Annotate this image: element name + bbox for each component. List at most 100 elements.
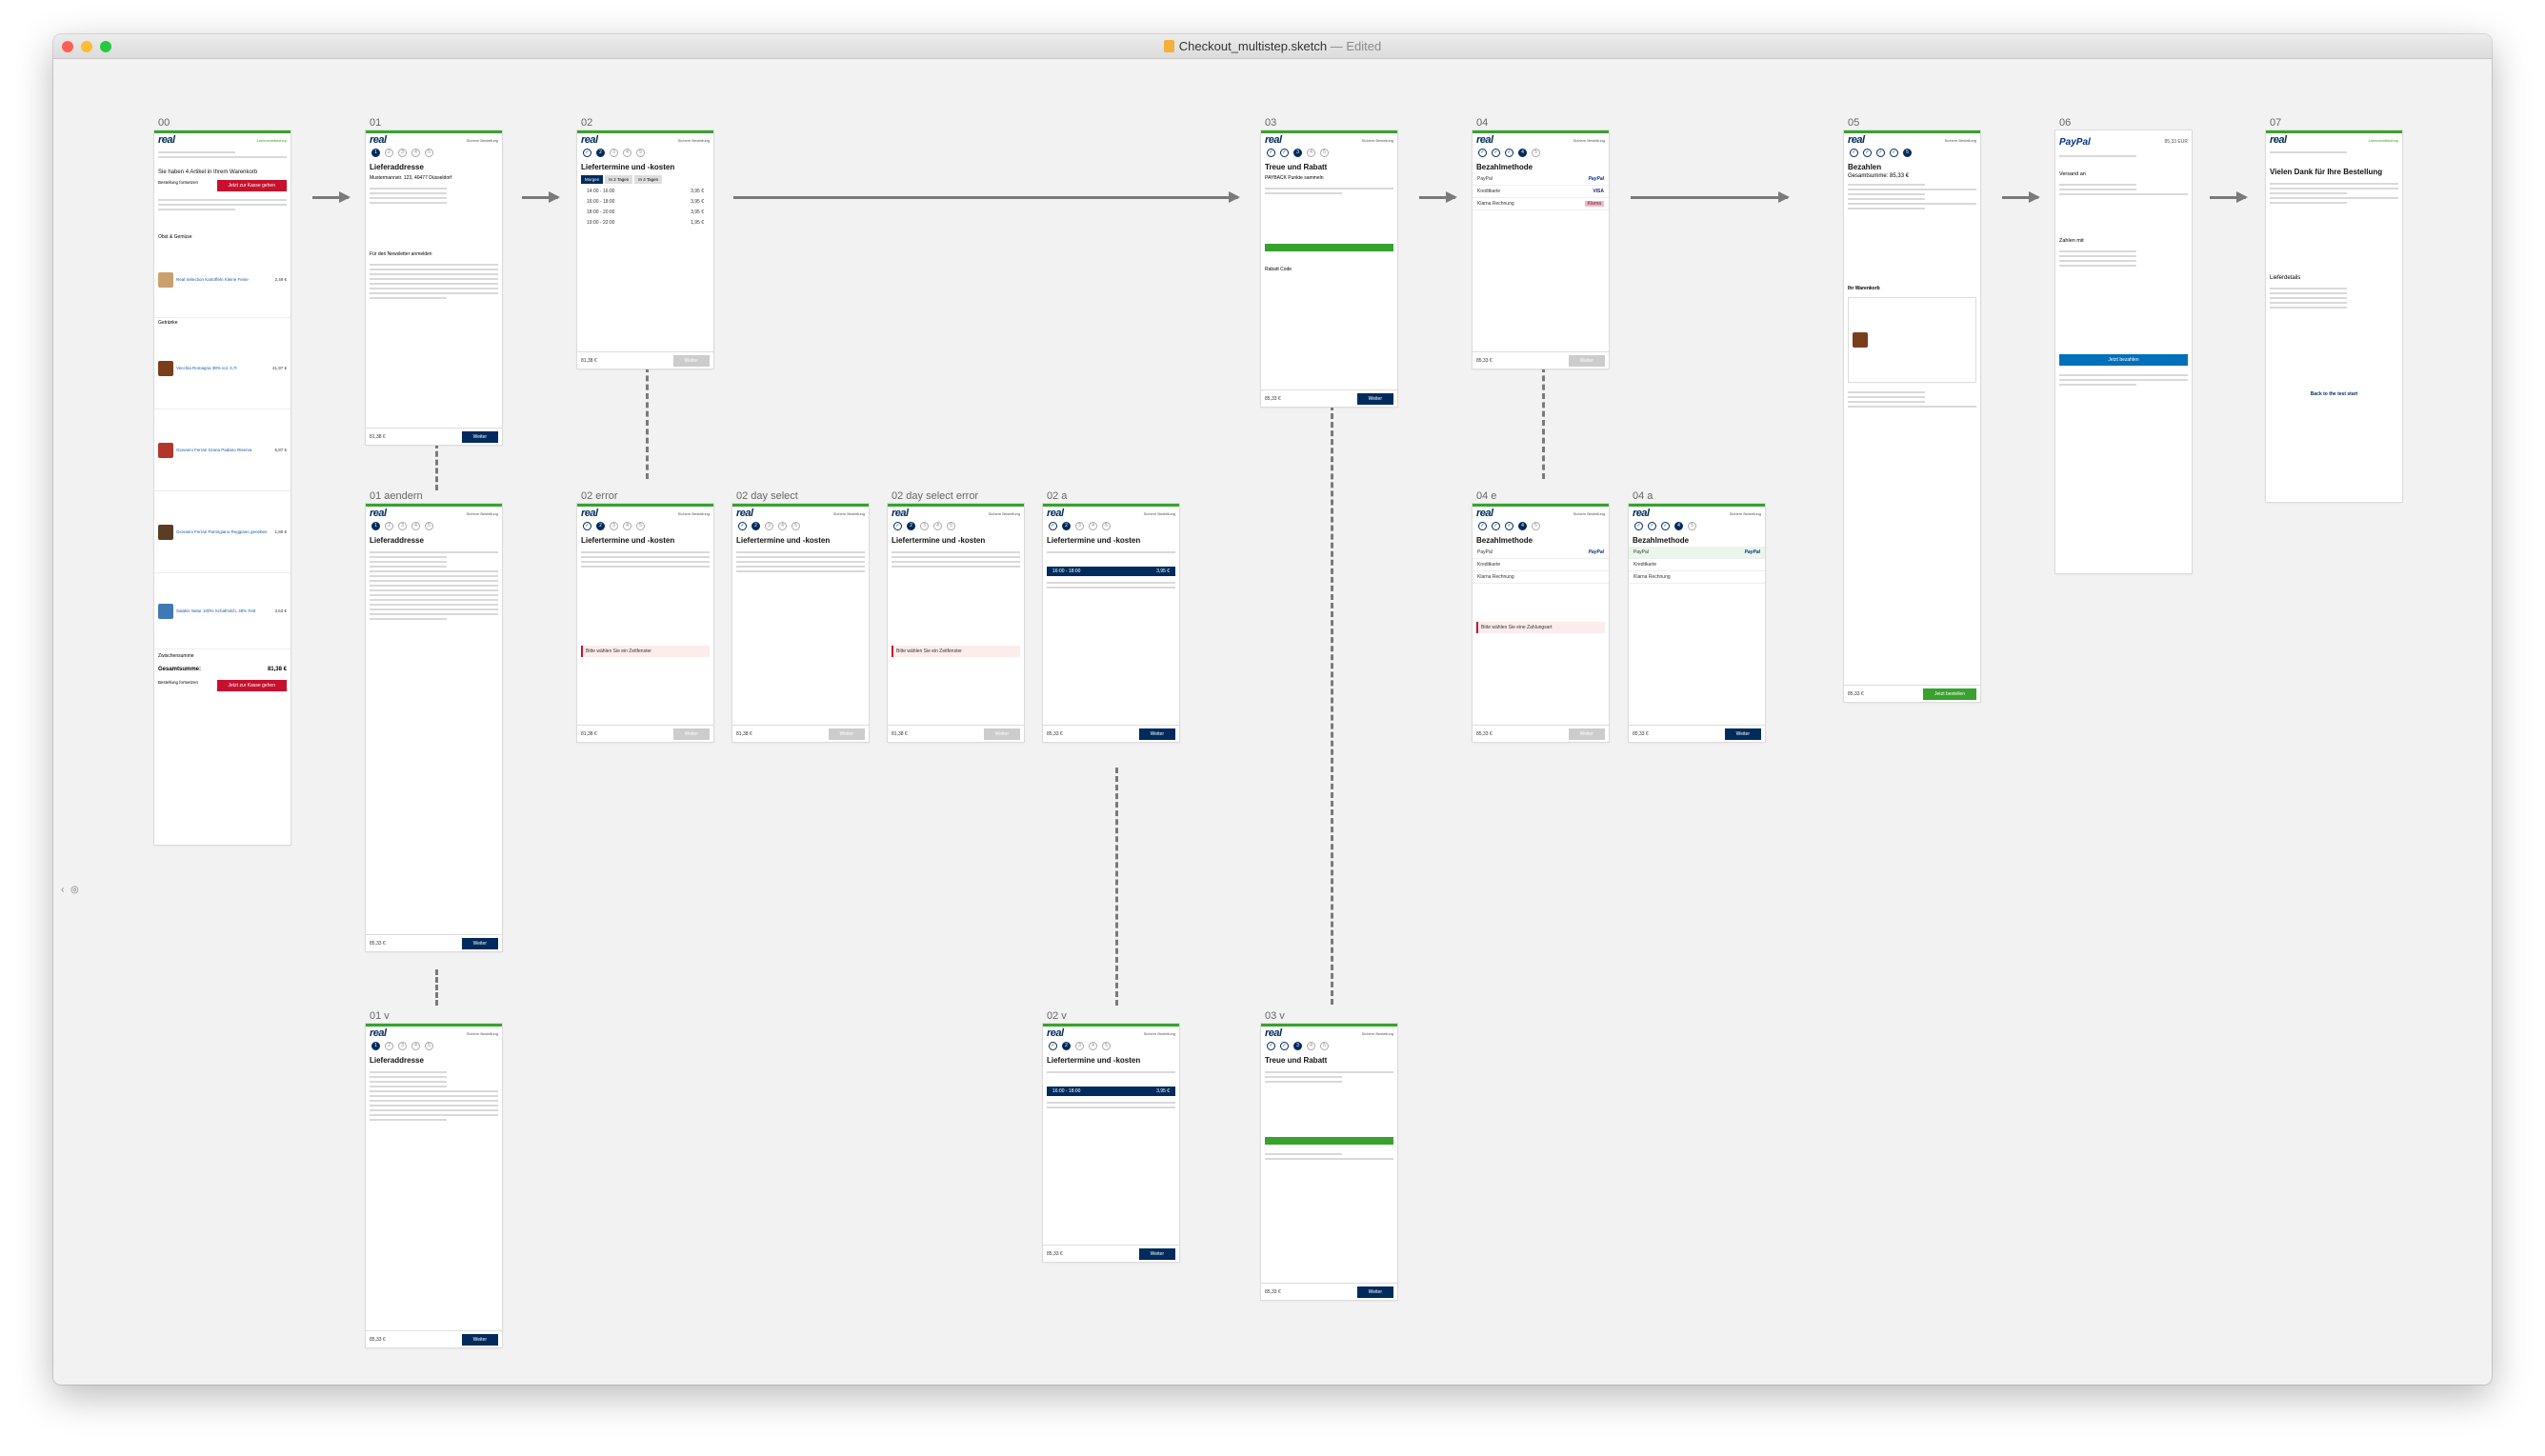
address-field[interactable]: Mustermannstr. 123, 40477 Düsseldorf: [366, 173, 502, 183]
continue-shopping-link[interactable]: Bestellung fortsetzen: [158, 680, 198, 691]
real-logo: real: [1047, 508, 1064, 519]
artboard-01-address[interactable]: real Sichere Bestellung 12345 Lieferaddre…: [366, 130, 502, 445]
next-button[interactable]: Weiter: [1138, 728, 1175, 740]
artboard-04-a[interactable]: real Sichere Bestellung ✓ ✓ ✓ 4 5 Bezahlmetho…: [1629, 504, 1765, 742]
flow-arrow: [2002, 191, 2040, 203]
artboard-03-variant[interactable]: real Sichere Bestellung ✓ ✓ 3 4 5 Treue und R…: [1261, 1024, 1397, 1300]
artboard-02-variant[interactable]: real Sichere Bestellung ✓ 2 3 4 5 Liefertermi…: [1043, 1024, 1179, 1262]
day-tab[interactable]: Morgen: [581, 175, 604, 184]
payment-option[interactable]: Kreditkarte: [1473, 559, 1609, 571]
artboard-02-a[interactable]: real Sichere Bestellung ✓ 2 3 4 5 Liefertermi…: [1043, 504, 1179, 742]
artboard-04-error[interactable]: real Sichere Bestellung ✓ ✓ ✓ 4 5 Bezahlmetho…: [1473, 504, 1609, 742]
product-image: [158, 524, 173, 540]
product-name[interactable]: Salakis Natur 100% Schafmilch, 48% Fett: [176, 608, 255, 613]
next-button[interactable]: Weiter: [672, 728, 710, 740]
next-button[interactable]: Weiter: [1138, 1247, 1175, 1260]
time-slot-selected[interactable]: 16:00 - 18:00 3,95 €: [1047, 1087, 1175, 1096]
cart-item[interactable]: Vecchia Romagna 38% vol. 0,7l 41,97 €: [154, 328, 291, 409]
next-button[interactable]: Weiter: [672, 354, 710, 367]
product-name[interactable]: Giovanni Ferrari Grana Padano Riserva: [176, 448, 251, 452]
progress-steps: ✓ 2 3 4 5: [1043, 520, 1179, 532]
product-price: 41,97 €: [271, 366, 287, 370]
artboard-05-review[interactable]: real Sichere Bestellung ✓ ✓ ✓ ✓ 5 Bezahlen Ge…: [1844, 130, 1980, 702]
page-title: Liefertermine und -kosten: [581, 536, 675, 545]
page-title: Bezahlen: [1848, 163, 1882, 171]
time-slot[interactable]: 19:00 - 22:00 1,95 €: [581, 218, 710, 228]
progress-steps: ✓ 2 3 4 5: [577, 520, 713, 532]
artboard-06-paypal[interactable]: PayPal 85,33 EUR Versand an Zahlen mit Je…: [2055, 130, 2192, 573]
product-image: [1853, 332, 1868, 348]
variant-connector: [1542, 367, 1545, 479]
artboard-label: 01 aendern: [370, 490, 423, 502]
product-price: 5,87 €: [274, 448, 287, 452]
next-button[interactable]: Weiter: [828, 728, 865, 740]
payment-option[interactable]: PayPal PayPal: [1473, 547, 1609, 559]
payment-option[interactable]: Kreditkarte VISA: [1473, 186, 1609, 198]
product-price: 1,86 €: [274, 529, 287, 534]
payment-option-selected[interactable]: PayPal PayPal: [1629, 547, 1765, 559]
cart-item[interactable]: Salakis Natur 100% Schafmilch, 48% Fett 3…: [154, 573, 291, 649]
payment-option[interactable]: Klarna Rechnung: [1473, 571, 1609, 584]
payment-option[interactable]: Klarna Rechnung Klarna: [1473, 198, 1609, 210]
artboard-03-loyalty[interactable]: real Sichere Bestellung ✓ ✓ 3 4 5 Treue und R…: [1261, 130, 1397, 407]
time-slot[interactable]: 16:00 - 18:00 3,95 €: [581, 197, 710, 207]
collapse-control[interactable]: ‹ ◎: [61, 885, 86, 898]
newsletter-checkbox[interactable]: Für den Newsletter anmelden: [366, 249, 502, 259]
cart-item[interactable]: Real Selection Kartoffeln Kleine Feine 2,…: [154, 242, 291, 318]
cart-item[interactable]: Giovanni Ferrari Grana Padano Riserva 5,8…: [154, 409, 291, 491]
payback-field[interactable]: PAYBACK Punkte sammeln: [1261, 173, 1397, 183]
artboard-01-edit[interactable]: real Sichere Bestellung 12345 Lieferaddre…: [366, 504, 502, 951]
secure-order-label: Sichere Bestellung: [1944, 137, 1976, 143]
artboard-label: 01 v: [370, 1010, 390, 1022]
next-button[interactable]: Weiter: [461, 430, 498, 443]
artboard-04-payment[interactable]: real Sichere Bestellung ✓ ✓ ✓ 4 5 Bezahlmetho…: [1473, 130, 1609, 369]
artboard-02-day-select[interactable]: real Sichere Bestellung ✓ 2 3 4 5 Liefertermi…: [732, 504, 869, 742]
next-button[interactable]: Weiter: [1568, 354, 1605, 367]
payment-option[interactable]: PayPal PayPal: [1473, 173, 1609, 186]
time-slot[interactable]: 14:00 - 16:00 3,95 €: [581, 187, 710, 196]
payment-option[interactable]: Klarna Rechnung: [1629, 571, 1765, 584]
back-to-start-link[interactable]: Back to the test start: [2266, 388, 2402, 401]
artboard-07-confirmation[interactable]: real Lebensmittelshop Vielen Dank für Ihr…: [2266, 130, 2402, 502]
artboard-label: 01: [370, 117, 382, 129]
artboard-01-variant[interactable]: real Sichere Bestellung 12345 Lieferaddre…: [366, 1024, 502, 1347]
day-tab[interactable]: In 2 Tagen: [605, 175, 633, 184]
artboard-02-delivery[interactable]: real Sichere Bestellung ✓ 2 3 4 5 Liefertermi…: [577, 130, 713, 369]
checkout-button[interactable]: Jetzt zur Kasse gehen: [216, 680, 287, 691]
next-button[interactable]: Weiter: [1356, 1286, 1393, 1298]
product-name[interactable]: Real Selection Kartoffeln Kleine Feine: [176, 277, 249, 282]
product-name[interactable]: Giovanni Ferrari Parmigiano Reggiano ger…: [176, 529, 268, 534]
progress-steps: 12345: [366, 520, 502, 532]
next-button[interactable]: Weiter: [461, 1333, 498, 1346]
paypal-pay-button[interactable]: Jetzt bezahlen: [2059, 354, 2188, 366]
cart-item[interactable]: Giovanni Ferrari Parmigiano Reggiano ger…: [154, 491, 291, 573]
page-title: Liefertermine und -kosten: [581, 163, 675, 171]
real-logo: real: [581, 508, 598, 519]
artboard-00-cart[interactable]: real Lebensmittelshop Sie haben 4 Artikel…: [154, 130, 291, 845]
cart-total: 81,38 €: [581, 357, 597, 364]
time-slot-selected[interactable]: 16:00 - 18:00 3,95 €: [1047, 567, 1175, 576]
place-order-button[interactable]: Jetzt bestellen: [1923, 688, 1976, 700]
next-button[interactable]: Weiter: [1724, 728, 1761, 740]
artboard-02-day-select-error[interactable]: real Sichere Bestellung ✓ 2 3 4 5 Liefertermi…: [888, 504, 1024, 742]
payment-option[interactable]: Kreditkarte: [1629, 559, 1765, 571]
next-button[interactable]: Weiter: [1356, 392, 1393, 405]
next-button[interactable]: Weiter: [1568, 728, 1605, 740]
artboard-02-error[interactable]: real Sichere Bestellung ✓ 2 3 4 5 Liefertermi…: [577, 504, 713, 742]
artboard-label: 02 a: [1047, 490, 1068, 502]
artboard-canvas[interactable]: ‹ ◎ 00 real Lebensmittelshop Sie haben 4 A…: [53, 60, 2492, 1385]
time-slot[interactable]: 18:00 - 20:00 3,95 €: [581, 208, 710, 217]
category-dropdown[interactable]: Lebensmittelshop: [2369, 138, 2398, 143]
day-tab[interactable]: In 4 Tagen: [634, 175, 663, 184]
next-button[interactable]: Weiter: [461, 937, 498, 949]
cart-total: 85,33 €: [1633, 730, 1649, 737]
category-dropdown[interactable]: Lebensmittelshop: [257, 138, 287, 143]
cart-total: 81,38 €: [736, 730, 752, 737]
continue-shopping-link[interactable]: Bestellung fortsetzen: [158, 180, 198, 191]
next-button[interactable]: Weiter: [983, 728, 1020, 740]
coupon-field[interactable]: Rabatt Code: [1261, 255, 1397, 274]
klarna-logo: Klarna: [1584, 201, 1604, 207]
checkout-button[interactable]: Jetzt zur Kasse gehen: [216, 180, 287, 191]
cart-total: 85,33 €: [1265, 1288, 1281, 1295]
product-name[interactable]: Vecchia Romagna 38% vol. 0,7l: [176, 366, 237, 370]
